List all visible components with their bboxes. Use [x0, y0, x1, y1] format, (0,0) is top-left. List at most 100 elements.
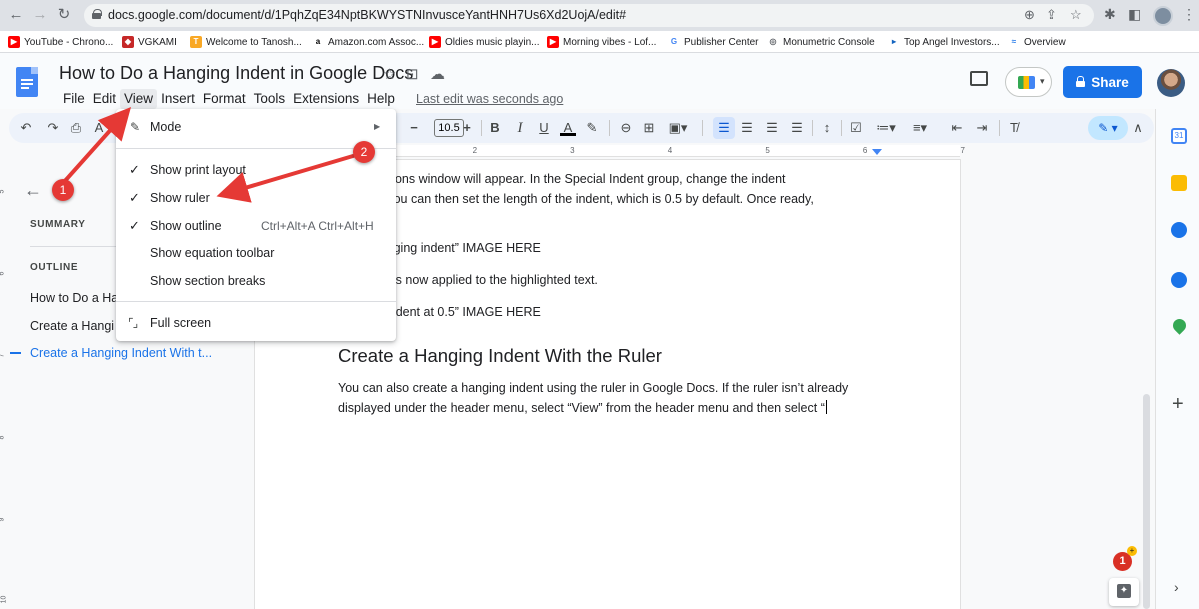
- bookmark-star-icon[interactable]: ☆: [1070, 7, 1082, 23]
- browser-menu-icon[interactable]: ⋮: [1182, 6, 1196, 23]
- checkmark-icon: ✓: [129, 190, 140, 205]
- amazon-icon: a: [312, 36, 324, 48]
- indent-marker-icon[interactable]: [872, 149, 882, 155]
- underline-icon[interactable]: U: [536, 119, 552, 137]
- add-addon-icon[interactable]: +: [1172, 393, 1184, 416]
- last-edit-link[interactable]: Last edit was seconds ago: [416, 89, 563, 109]
- browser-profile-avatar[interactable]: [1153, 6, 1173, 26]
- menu-item-show-outline[interactable]: ✓ Show outline Ctrl+Alt+A Ctrl+Alt+H: [116, 214, 396, 238]
- extensions-icon[interactable]: ✱: [1104, 6, 1116, 23]
- insert-image-icon[interactable]: ▣▾: [665, 119, 691, 137]
- chevron-down-icon: ▾: [1040, 76, 1045, 86]
- meet-button[interactable]: ▾: [1005, 67, 1052, 97]
- google-docs-logo-icon[interactable]: [16, 67, 38, 97]
- menu-format[interactable]: Format: [199, 89, 250, 109]
- explore-button[interactable]: ✦: [1109, 578, 1139, 606]
- bookmark-item[interactable]: ▶ YouTube - Chrono...: [8, 34, 113, 50]
- side-panel: 31 + ›: [1155, 109, 1199, 609]
- document-heading: Create a Hanging Indent With the Ruler: [338, 345, 662, 366]
- keep-icon[interactable]: [1171, 175, 1187, 191]
- undo-icon[interactable]: ↶: [18, 119, 34, 137]
- clear-formatting-icon[interactable]: T̸: [1006, 119, 1022, 137]
- menu-tools[interactable]: Tools: [250, 89, 290, 109]
- menu-edit[interactable]: Edit: [89, 89, 120, 109]
- reload-icon[interactable]: ↻: [54, 5, 74, 25]
- checkmark-icon: ✓: [129, 218, 140, 233]
- text-color-icon[interactable]: A: [560, 119, 576, 136]
- avatar[interactable]: [1157, 69, 1185, 97]
- bookmark-item[interactable]: ▶ Morning vibes - Lof...: [547, 34, 656, 50]
- cloud-saved-icon[interactable]: ☁: [430, 65, 445, 83]
- menu-item-show-equation-toolbar[interactable]: Show equation toolbar: [116, 241, 396, 265]
- italic-icon[interactable]: I: [512, 119, 528, 137]
- paragraph: hanging indent at 0.5” IMAGE HERE: [338, 305, 541, 319]
- paragraph-line: You can also create a hanging indent usi…: [338, 381, 849, 395]
- menu-help[interactable]: Help: [363, 89, 399, 109]
- decrease-indent-icon[interactable]: ⇤: [949, 119, 965, 137]
- increase-indent-icon[interactable]: ⇥: [974, 119, 990, 137]
- menu-item-show-ruler[interactable]: ✓ Show ruler: [116, 186, 396, 210]
- share-label: Share: [1091, 74, 1129, 90]
- menu-item-show-print-layout[interactable]: ✓ Show print layout: [116, 158, 396, 182]
- checklist-icon[interactable]: ☑: [847, 119, 865, 137]
- increase-font-size-icon[interactable]: +: [460, 119, 474, 137]
- toolbar-divider: [609, 120, 610, 136]
- back-arrow-icon[interactable]: ←: [6, 5, 26, 25]
- align-left-icon[interactable]: ☰: [716, 119, 732, 137]
- menu-file[interactable]: File: [59, 89, 89, 109]
- numbered-list-icon[interactable]: ≡▾: [907, 119, 933, 137]
- document-title[interactable]: How to Do a Hanging Indent in Google Doc…: [59, 63, 413, 84]
- star-icon[interactable]: ☆: [383, 65, 396, 83]
- menu-view[interactable]: View: [120, 89, 158, 109]
- menu-item-show-section-breaks[interactable]: Show section breaks: [116, 269, 396, 293]
- close-outline-arrow-icon[interactable]: ←: [24, 180, 42, 201]
- share-page-icon[interactable]: ⇪: [1046, 7, 1057, 23]
- scrollbar[interactable]: [1143, 394, 1150, 609]
- bold-icon[interactable]: B: [487, 119, 503, 137]
- side-panel-icon[interactable]: ◧: [1128, 6, 1141, 23]
- add-comment-icon[interactable]: ⊞: [641, 119, 657, 137]
- menu-item-full-screen[interactable]: ⌜⌟ Full screen: [116, 311, 396, 335]
- bookmark-item[interactable]: G Publisher Center: [668, 34, 758, 50]
- contacts-icon[interactable]: [1171, 272, 1187, 288]
- meet-camera-icon: [1018, 76, 1035, 89]
- menu-extensions[interactable]: Extensions: [289, 89, 363, 109]
- align-right-icon[interactable]: ☰: [764, 119, 780, 137]
- line-spacing-icon[interactable]: ↕: [819, 119, 835, 137]
- calendar-icon[interactable]: 31: [1171, 128, 1187, 144]
- maps-icon[interactable]: [1170, 316, 1189, 335]
- share-button[interactable]: Share: [1063, 66, 1142, 98]
- spellcheck-icon[interactable]: A: [91, 119, 107, 137]
- editing-mode-button[interactable]: ✎ ▾: [1088, 116, 1128, 140]
- bookmark-item[interactable]: a Amazon.com Assoc...: [312, 34, 424, 50]
- comment-history-icon[interactable]: [970, 71, 988, 86]
- toolbar-divider: [841, 120, 842, 136]
- menu-insert[interactable]: Insert: [157, 89, 199, 109]
- chevron-right-icon[interactable]: ›: [1174, 579, 1179, 595]
- menu-item-mode[interactable]: ✎ Mode ▶: [116, 115, 396, 139]
- paragraph: et the hanging indent” IMAGE HERE: [338, 241, 541, 255]
- bookmark-item[interactable]: ▶ Oldies music playin...: [429, 34, 539, 50]
- highlight-icon[interactable]: ✎: [584, 119, 600, 137]
- redo-icon[interactable]: ↷: [45, 119, 61, 137]
- url-omnibox[interactable]: docs.google.com/document/d/1PqhZqE34NptB…: [84, 4, 1094, 27]
- chevron-up-icon[interactable]: ∧: [1130, 119, 1146, 137]
- link-icon[interactable]: ⊖: [617, 119, 635, 137]
- align-center-icon[interactable]: ☰: [739, 119, 755, 137]
- bulleted-list-icon[interactable]: ≔▾: [873, 119, 899, 137]
- outline-item-active[interactable]: Create a Hanging Indent With t...: [30, 346, 230, 360]
- justify-icon[interactable]: ☰: [789, 119, 805, 137]
- docs-header: How to Do a Hanging Indent in Google Doc…: [0, 53, 1199, 109]
- bookmark-item[interactable]: ◎ Monumetric Console: [767, 34, 875, 50]
- bookmark-item[interactable]: T Welcome to Tanosh...: [190, 34, 302, 50]
- print-icon[interactable]: ⎙: [68, 119, 84, 137]
- zoom-icon[interactable]: ⊕: [1024, 7, 1035, 23]
- bookmark-item[interactable]: ◆ VGKAMI: [122, 34, 177, 50]
- forward-arrow-icon[interactable]: →: [30, 5, 50, 25]
- move-folder-icon[interactable]: ⊡: [406, 65, 419, 83]
- bookmark-item[interactable]: ▸ Top Angel Investors...: [888, 34, 1000, 50]
- overview-icon: ≈: [1008, 36, 1020, 48]
- bookmark-item[interactable]: ≈ Overview: [1008, 34, 1066, 50]
- tasks-icon[interactable]: [1171, 222, 1187, 238]
- decrease-font-size-icon[interactable]: −: [407, 119, 421, 137]
